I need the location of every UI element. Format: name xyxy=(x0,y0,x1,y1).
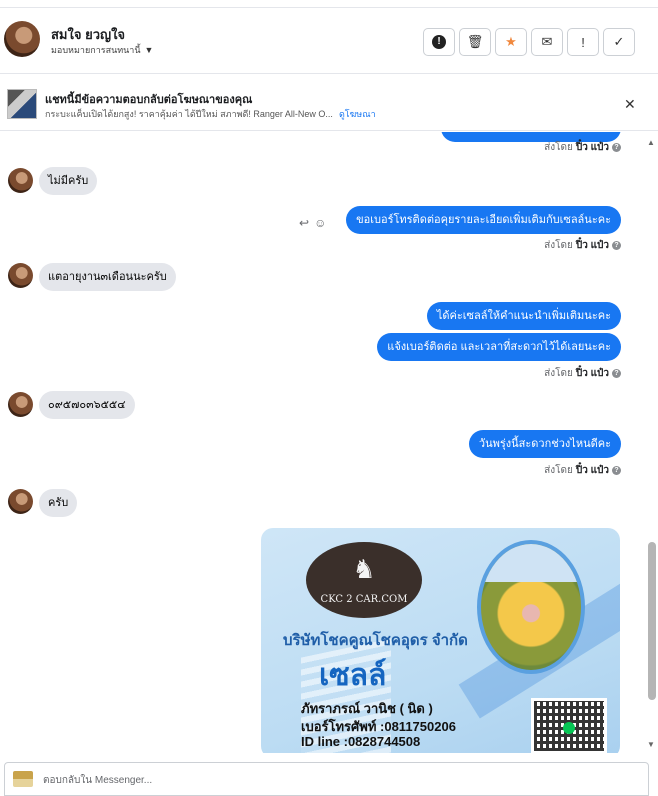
message-actions: ↩ ☺ xyxy=(299,216,326,230)
contact-avatar-small xyxy=(8,263,33,288)
exclamation-icon: ! xyxy=(581,34,585,50)
incoming-message: ๐๙๕๗๐๓๖๕๕๔ xyxy=(39,391,135,419)
ad-banner-title: แชทนี้มีข้อความตอบกลับต่อโฆษณาของคุณ xyxy=(45,94,253,106)
sent-by-prefix: ส่งโดย xyxy=(544,240,573,251)
reply-icon[interactable]: ↩ xyxy=(299,216,309,230)
header-actions: ! 🗑 ★ ✉ ! ✓ xyxy=(423,28,635,56)
mark-done-button[interactable]: ✓ xyxy=(603,28,635,56)
card-line-id: ID line :0828744508 xyxy=(301,734,421,749)
alert-circle-icon: ! xyxy=(432,35,446,49)
close-icon[interactable]: ✕ xyxy=(624,96,636,113)
message-thread: ส่งโดย ปิ๋ว แป๋ว? ไม่มีครับ ↩ ☺ ขอเบอร์โท… xyxy=(0,132,658,753)
sender-name: ปิ๋ว แป๋ว xyxy=(575,142,609,153)
outgoing-message: ขอเบอร์โทรติดต่อคุยรายละเอียดเพิ่มเติมกั… xyxy=(346,206,621,234)
sender-name: ปิ๋ว แป๋ว xyxy=(575,368,609,379)
sent-by-label: ส่งโดย ปิ๋ว แป๋ว? xyxy=(544,140,621,155)
ad-reply-banner: แชทนี้มีข้อความตอบกลับต่อโฆษณาของคุณ กระ… xyxy=(0,74,658,131)
business-card-image[interactable]: ♞ CKC 2 CAR.COM บริษัทโชคคูณโชคอุดร จำกั… xyxy=(261,528,620,753)
card-role: เซลล์ xyxy=(319,659,387,692)
contact-avatar[interactable] xyxy=(4,21,40,57)
contact-avatar-small xyxy=(8,392,33,417)
logo-text: CKC 2 CAR.COM xyxy=(320,594,408,605)
scroll-down-icon[interactable]: ▼ xyxy=(647,740,655,749)
outgoing-message: แจ้งเบอร์ติดต่อ และเวลาที่สะดวกไว้ได้เลย… xyxy=(377,333,621,361)
sent-by-prefix: ส่งโดย xyxy=(544,368,573,379)
incoming-message: ไม่มีครับ xyxy=(39,167,98,195)
line-icon xyxy=(563,722,575,734)
contact-avatar-small xyxy=(8,489,33,514)
trash-icon: 🗑 xyxy=(466,34,484,49)
star-icon: ★ xyxy=(505,34,517,49)
emoji-icon[interactable]: ☺ xyxy=(314,216,326,230)
ad-thumbnail[interactable] xyxy=(7,89,37,119)
incoming-message: แตอายุงาน๓เดือนนะครับ xyxy=(39,263,176,291)
scroll-up-icon[interactable]: ▲ xyxy=(647,138,655,147)
follow-up-button[interactable]: ! xyxy=(567,28,599,56)
contact-name[interactable]: สมใจ ยวญใจ xyxy=(51,24,125,45)
reply-input-placeholder[interactable]: ตอบกลับใน Messenger... xyxy=(43,773,152,788)
help-icon[interactable]: ? xyxy=(612,143,621,152)
ad-banner-subtitle: กระบะแค็บเปิดได้ยกสูง! ราคาคุ้มค่า ได้ปี… xyxy=(45,107,376,121)
ad-description: กระบะแค็บเปิดได้ยกสูง! ราคาคุ้มค่า ได้ปี… xyxy=(45,109,333,119)
sent-by-prefix: ส่งโดย xyxy=(544,465,573,476)
help-icon[interactable]: ? xyxy=(612,369,621,378)
star-button[interactable]: ★ xyxy=(495,28,527,56)
help-icon[interactable]: ? xyxy=(612,466,621,475)
check-icon: ✓ xyxy=(613,34,625,49)
pegasus-icon: ♞ xyxy=(352,554,376,584)
assign-label: มอบหมายการสนทนานี้ xyxy=(51,45,141,55)
contact-avatar-small xyxy=(8,168,33,193)
company-logo: ♞ CKC 2 CAR.COM xyxy=(306,542,422,618)
page-logo-icon xyxy=(13,771,33,787)
sent-by-label: ส่งโดย ปิ๋ว แป๋ว? xyxy=(544,463,621,478)
card-company-name: บริษัทโชคคูณโชคอุดร จำกัด xyxy=(283,632,468,649)
mail-icon: ✉ xyxy=(541,34,553,49)
outgoing-message: วันพรุ่งนี้สะดวกช่วงไหนดีคะ xyxy=(468,430,621,458)
delete-button[interactable]: 🗑 xyxy=(459,28,491,56)
reply-composer[interactable]: ตอบกลับใน Messenger... xyxy=(4,762,649,796)
mark-unread-button[interactable]: ✉ xyxy=(531,28,563,56)
spam-button[interactable]: ! xyxy=(423,28,455,56)
outgoing-message: ได้ค่ะเซลล์ให้คำแนะนำเพิ่มเติมนะคะ xyxy=(426,302,621,330)
help-icon[interactable]: ? xyxy=(612,241,621,250)
conversation-header: สมใจ ยวญใจ มอบหมายการสนทนานี้ ▼ ! 🗑 ★ ✉ … xyxy=(0,7,658,74)
sent-by-label: ส่งโดย ปิ๋ว แป๋ว? xyxy=(544,366,621,381)
sent-by-label: ส่งโดย ปิ๋ว แป๋ว? xyxy=(544,238,621,253)
sent-by-prefix: ส่งโดย xyxy=(544,142,573,153)
incoming-message: ครับ xyxy=(39,489,78,517)
scrollbar-thumb[interactable] xyxy=(648,542,656,700)
salesperson-photo xyxy=(477,540,585,674)
qr-code xyxy=(531,698,607,753)
view-ad-link[interactable]: ดูโฆษณา xyxy=(339,109,376,119)
sender-name: ปิ๋ว แป๋ว xyxy=(575,465,609,476)
sender-name: ปิ๋ว แป๋ว xyxy=(575,240,609,251)
assign-dropdown[interactable]: มอบหมายการสนทนานี้ ▼ xyxy=(51,43,153,57)
caret-down-icon: ▼ xyxy=(144,45,154,55)
